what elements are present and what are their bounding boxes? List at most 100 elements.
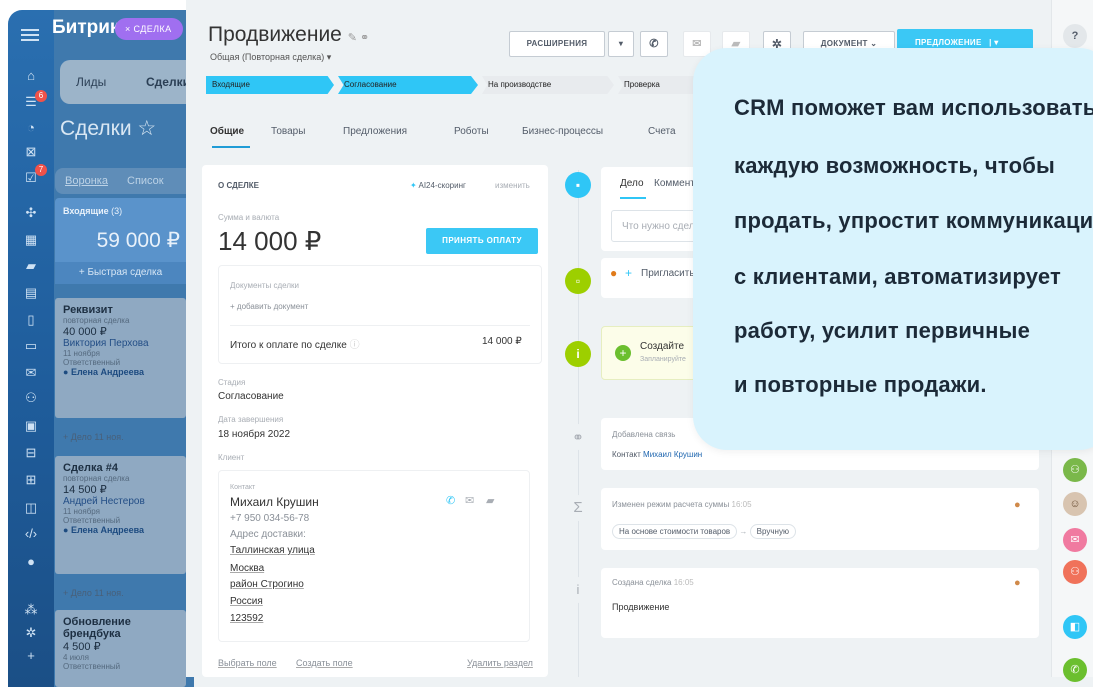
close-date-label: Дата завершения [218,415,284,424]
create-task-text[interactable]: Создайте [640,341,684,352]
settings-icon[interactable]: ● [21,554,41,570]
deal-card-footer[interactable]: + Дело 11 ноя. [63,588,124,598]
avatar: ● [1014,499,1021,511]
chat-icon[interactable]: ▰ [486,494,494,507]
delete-section-link[interactable]: Удалить раздел [467,658,533,668]
workflow-icon[interactable]: ⊟ [21,445,41,461]
store-icon[interactable]: ⊞ [21,472,41,488]
group-icon[interactable]: ⚇ [21,390,41,406]
invite-text[interactable]: Пригласить [641,268,695,279]
address-line[interactable]: Россия [230,596,263,607]
user-group-icon[interactable]: ⚇ [1063,560,1087,584]
add-document-link[interactable]: + добавить документ [230,302,308,311]
deal-card-footer[interactable]: + Дело 11 ноя. [63,432,124,442]
phone-icon[interactable]: ✆ [640,31,668,57]
docs-label: Документы сделки [230,281,299,290]
scoring-link[interactable]: ✦ AI24-скоринг [410,181,466,190]
plus-icon[interactable]: + [625,266,632,280]
client-label: Клиент [218,453,245,462]
deal-card[interactable]: Обновление брендбука 4 500 ₽ 4 июля Отве… [55,610,186,687]
sum-mode-icon: Σ [565,495,591,521]
tab-deals[interactable]: Сделки [146,75,190,89]
quick-deal-button[interactable]: + Быстрая сделка [55,262,186,284]
stage-step[interactable]: Входящие [206,76,334,94]
deal-card-owner[interactable]: ● Елена Андреева [63,525,178,535]
chat-icon[interactable]: ▰ [21,258,41,274]
code-icon[interactable]: ‹/› [21,526,41,542]
deal-card-name: Сделка #4 [63,462,118,474]
stage-step[interactable]: Согласование [338,76,478,94]
extensions-dropdown[interactable]: ▾ [608,31,634,57]
tab-activity[interactable]: Дело [620,178,644,189]
brand-logo[interactable]: Битрик [52,17,119,39]
help-icon[interactable]: ? [1063,24,1087,48]
address-line[interactable]: Таллинская улица [230,545,315,556]
search-chip[interactable]: × СДЕЛКА [115,18,183,40]
add-task-icon[interactable]: + [615,345,631,361]
stage-step[interactable]: На производстве [482,76,614,94]
group-chat-icon[interactable]: ⚇ [1063,458,1087,482]
edit-title-icon[interactable]: ✎ ⚭ [348,32,370,44]
home-icon[interactable]: ⌂ [21,68,41,84]
stage-value[interactable]: Согласование [218,391,284,402]
phone-call-icon[interactable]: ✆ [1063,658,1087,682]
stage-label: Стадия [218,378,246,387]
calendar-icon[interactable]: ▦ [21,232,41,248]
box-icon[interactable]: ◫ [21,500,41,516]
deal-category[interactable]: Общая (Повторная сделка) ▾ [210,52,331,63]
grid-icon[interactable]: ▤ [21,285,41,301]
menu-icon[interactable] [21,26,39,41]
close-date-value[interactable]: 18 ноября 2022 [218,429,290,440]
address-line[interactable]: район Строгино [230,579,304,590]
gear-small-icon[interactable]: ✲ [21,625,41,641]
tab-business-processes[interactable]: Бизнес-процессы [522,126,603,137]
stage-count: (3) [111,206,123,216]
tab-invoices[interactable]: Счета [648,126,676,137]
sum-value[interactable]: 14 000 ₽ [218,226,321,257]
puzzle-icon[interactable]: ✣ [21,205,41,221]
deal-card-contact[interactable]: Виктория Перхова [63,338,178,349]
document-icon[interactable]: ▯ [21,312,41,328]
contact-link[interactable]: Михаил Крушин [643,450,702,459]
sitemap-icon[interactable]: ⁂ [21,602,41,618]
select-field-link[interactable]: Выбрать поле [218,658,277,668]
mail-avatar-icon[interactable]: ✉ [1063,528,1087,552]
accept-payment-button[interactable]: ПРИНЯТЬ ОПЛАТУ [426,228,538,254]
report-icon[interactable]: ▣ [21,418,41,434]
tab-products[interactable]: Товары [271,126,305,137]
drive-icon[interactable]: ▭ [21,338,41,354]
promo-line: продать, упростит коммуникации [734,208,1093,233]
extensions-button[interactable]: РАСШИРЕНИЯ [509,31,605,57]
create-field-link[interactable]: Создать поле [296,658,353,668]
event-title: Создана сделка 16:05 [612,578,694,587]
address-line[interactable]: Москва [230,563,264,574]
deal-card[interactable]: Сделка #4 повторная сделка 14 500 ₽ Андр… [55,456,186,598]
active-tab-indicator [620,197,646,199]
tab-funnel[interactable]: Воронка [65,175,108,187]
deal-card-owner-label: Ответственный [63,358,121,367]
tab-leads[interactable]: Лиды [76,75,106,89]
deal-card-contact[interactable]: Андрей Нестеров [63,496,178,507]
tab-list[interactable]: Список [127,175,164,187]
tab-offers[interactable]: Предложения [343,126,407,137]
tab-robots[interactable]: Роботы [454,126,489,137]
deal-card-date: 11 ноября [63,349,100,358]
promo-line: каждую возможность, чтобы [734,153,1055,178]
email-icon[interactable]: ✉ [465,494,474,507]
cart-icon[interactable]: ⊠ [21,144,41,160]
tab-general[interactable]: Общие [210,126,244,137]
contact-name[interactable]: Михаил Крушин [230,495,319,509]
deal-card[interactable]: Реквизит повторная сделка 40 000 ₽ Викто… [55,298,186,442]
user-avatar[interactable]: ☺ [1063,492,1087,516]
chart-icon[interactable]: ◔ [21,120,41,136]
phone-icon[interactable]: ✆ [446,494,455,507]
sum-label: Сумма и валюта [218,213,280,222]
copy-icon[interactable]: ◧ [1063,615,1087,639]
deal-card-owner[interactable]: ● Елена Андреева [63,367,178,377]
contact-phone[interactable]: +7 950 034-56-78 [230,513,309,524]
address-line[interactable]: 123592 [230,613,263,624]
add-icon[interactable]: + [21,648,41,664]
mail-icon[interactable]: ✉ [21,365,41,381]
tasks-badge: 7 [35,164,47,176]
edit-section-link[interactable]: изменить [495,181,530,190]
